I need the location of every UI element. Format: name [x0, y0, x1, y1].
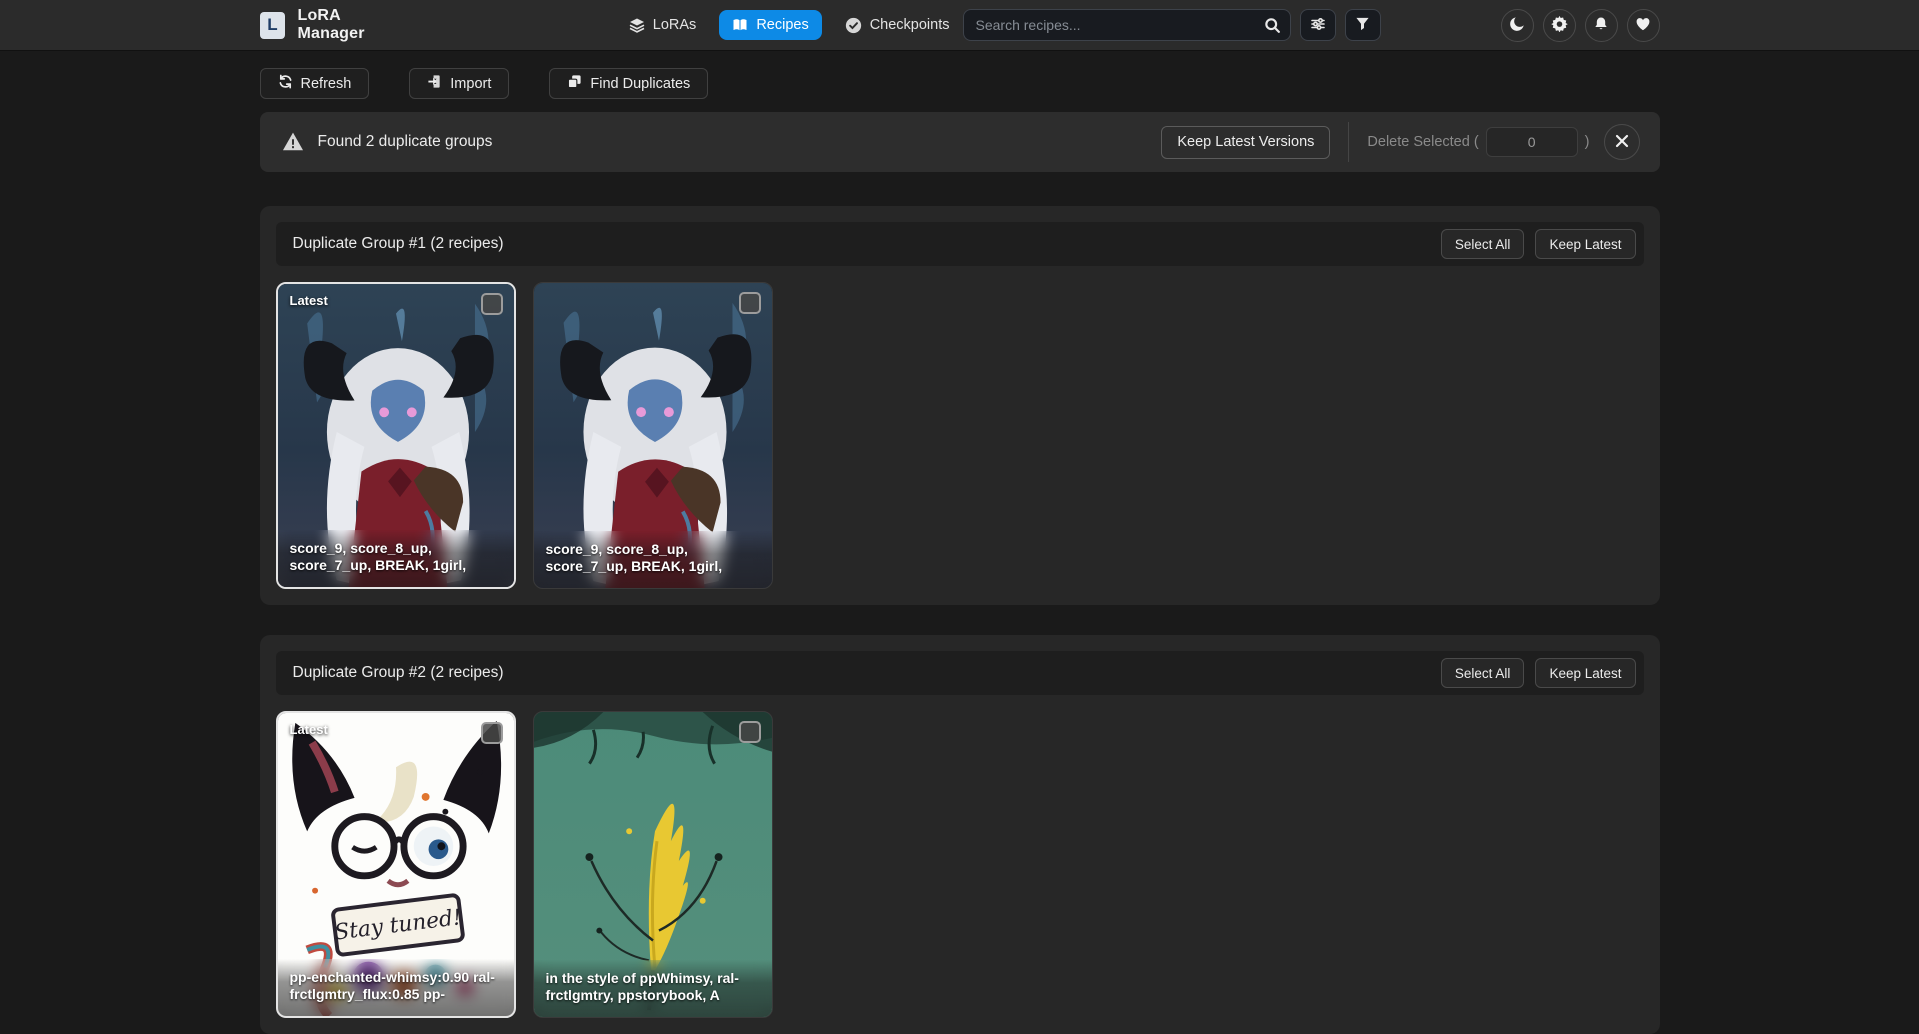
keep-latest-button[interactable]: Keep Latest: [1535, 658, 1635, 688]
import-label: Import: [450, 76, 491, 92]
delete-selected-count: 0: [1486, 127, 1578, 157]
import-button[interactable]: Import: [409, 68, 509, 99]
close-icon: [1615, 134, 1629, 151]
book-icon: [732, 17, 748, 33]
card-checkbox[interactable]: [739, 292, 761, 314]
keep-latest-versions-button[interactable]: Keep Latest Versions: [1161, 126, 1330, 159]
keep-latest-button[interactable]: Keep Latest: [1535, 229, 1635, 259]
tab-checkpoints[interactable]: Checkpoints: [832, 10, 963, 41]
duplicate-group-1: Duplicate Group #1 (2 recipes) Select Al…: [260, 206, 1660, 605]
recipe-card[interactable]: Latest score_9, score_8_up, score_7_up, …: [276, 282, 516, 589]
banner-actions: Keep Latest Versions Delete Selected ( 0…: [1161, 122, 1639, 162]
sliders-icon: [1310, 16, 1326, 35]
bell-icon: [1593, 16, 1609, 35]
recipe-card[interactable]: in the style of ppWhimsy, ral-frctlgmtry…: [533, 711, 773, 1018]
delete-selected-prefix: Delete Selected (: [1367, 134, 1478, 150]
app-logo: L: [260, 12, 286, 39]
import-icon: [427, 74, 442, 93]
refresh-button[interactable]: Refresh: [260, 68, 370, 99]
page-content: Refresh Import Find Duplicates: [260, 68, 1660, 1034]
banner-divider: [1348, 122, 1349, 162]
app-title: LoRA Manager: [297, 7, 407, 43]
check-circle-icon: [845, 17, 862, 34]
recipe-caption: in the style of ppWhimsy, ral-frctlgmtry…: [534, 960, 772, 1017]
find-duplicates-button[interactable]: Find Duplicates: [549, 68, 708, 99]
latest-badge: Latest: [290, 293, 328, 308]
group-actions: Select All Keep Latest: [1441, 658, 1636, 688]
filter-icon: [1355, 16, 1370, 34]
recipe-caption: score_9, score_8_up, score_7_up, BREAK, …: [534, 531, 772, 588]
duplicates-banner: Found 2 duplicate groups Keep Latest Ver…: [260, 112, 1660, 172]
main-nav-tabs: LoRAs Recipes Checkpoint: [616, 10, 963, 41]
recipe-caption: score_9, score_8_up, score_7_up, BREAK, …: [278, 530, 514, 587]
logo-letter: L: [267, 15, 277, 35]
recipe-caption: pp-enchanted-whimsy:0.90 ral-frctlgmtry_…: [278, 959, 514, 1016]
delete-selected-suffix: ): [1585, 134, 1590, 150]
cards-row: Latest pp-enchanted-whimsy:0.90 ral-frct…: [276, 711, 1644, 1018]
moon-icon: [1509, 15, 1526, 35]
duplicate-group-2: Duplicate Group #2 (2 recipes) Select Al…: [260, 635, 1660, 1034]
gear-icon: [1551, 15, 1568, 35]
filter-button[interactable]: [1345, 9, 1381, 41]
duplicates-icon: [567, 74, 582, 93]
tab-label: LoRAs: [653, 17, 697, 33]
latest-badge: Latest: [290, 722, 328, 737]
card-checkbox[interactable]: [481, 722, 503, 744]
select-all-button[interactable]: Select All: [1441, 658, 1525, 688]
select-all-button[interactable]: Select All: [1441, 229, 1525, 259]
notifications-button[interactable]: [1585, 9, 1618, 42]
tab-recipes[interactable]: Recipes: [719, 10, 821, 40]
top-navbar: L LoRA Manager LoRAs: [0, 0, 1919, 50]
recipe-card[interactable]: score_9, score_8_up, score_7_up, BREAK, …: [533, 282, 773, 589]
warning-icon: [282, 131, 304, 153]
cards-row: Latest score_9, score_8_up, score_7_up, …: [276, 282, 1644, 589]
group-header: Duplicate Group #1 (2 recipes) Select Al…: [276, 222, 1644, 266]
find-duplicates-label: Find Duplicates: [590, 76, 690, 92]
search-input[interactable]: [963, 9, 1291, 41]
group-actions: Select All Keep Latest: [1441, 229, 1636, 259]
close-banner-button[interactable]: [1604, 124, 1640, 160]
theme-toggle-button[interactable]: [1501, 9, 1534, 42]
navbar-right: [963, 9, 1660, 42]
tab-loras[interactable]: LoRAs: [616, 10, 710, 40]
settings-button[interactable]: [1543, 9, 1576, 42]
card-checkbox[interactable]: [739, 721, 761, 743]
refresh-label: Refresh: [301, 76, 352, 92]
banner-message: Found 2 duplicate groups: [318, 133, 493, 151]
refresh-icon: [278, 74, 293, 93]
group-title: Duplicate Group #1 (2 recipes): [293, 235, 504, 253]
tab-label: Checkpoints: [870, 17, 950, 33]
brand: L LoRA Manager: [260, 7, 408, 43]
banner-message-group: Found 2 duplicate groups: [282, 131, 493, 153]
recipe-card[interactable]: Latest pp-enchanted-whimsy:0.90 ral-frct…: [276, 711, 516, 1018]
delete-selected-button[interactable]: Delete Selected ( 0 ): [1367, 127, 1589, 157]
support-button[interactable]: [1627, 9, 1660, 42]
group-header: Duplicate Group #2 (2 recipes) Select Al…: [276, 651, 1644, 695]
tab-label: Recipes: [756, 17, 808, 33]
recipes-toolbar: Refresh Import Find Duplicates: [260, 68, 1660, 99]
group-title: Duplicate Group #2 (2 recipes): [293, 664, 504, 682]
search-bar: [963, 9, 1291, 41]
navbar-icon-group: [1501, 9, 1660, 42]
card-checkbox[interactable]: [481, 293, 503, 315]
layers-icon: [629, 17, 645, 33]
heart-icon: [1635, 16, 1651, 35]
search-icon[interactable]: [1259, 12, 1287, 38]
sort-options-button[interactable]: [1300, 9, 1336, 41]
